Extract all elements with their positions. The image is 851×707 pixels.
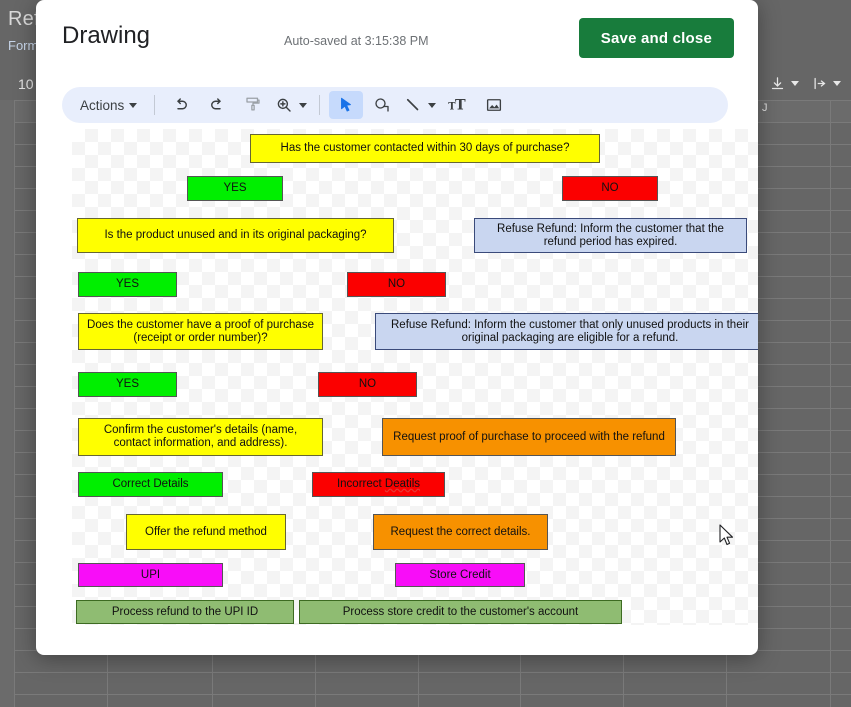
- redo-icon: [208, 96, 226, 114]
- chevron-down-icon: [791, 81, 799, 86]
- shape-icon: [373, 96, 391, 114]
- shape-label: Process store credit to the customer's a…: [342, 605, 579, 618]
- download-button[interactable]: [770, 76, 799, 91]
- shape-label: Offer the refund method: [145, 525, 267, 538]
- shape-no-3[interactable]: NO: [318, 372, 417, 397]
- shape-confirm-details[interactable]: Confirm the customer's details (name, co…: [78, 418, 323, 456]
- zoom-icon: [275, 96, 293, 114]
- shape-request-proof[interactable]: Request proof of purchase to proceed wit…: [382, 418, 676, 456]
- redo-button[interactable]: [200, 91, 234, 119]
- chevron-down-icon: [833, 81, 841, 86]
- zoom-level[interactable]: 10: [18, 76, 34, 92]
- actions-label: Actions: [80, 97, 125, 113]
- image-button[interactable]: [477, 91, 511, 119]
- shape-q-30-days[interactable]: Has the customer contacted within 30 day…: [250, 134, 600, 163]
- text-box-icon: T T: [448, 96, 468, 114]
- undo-icon: [172, 96, 190, 114]
- shape-label: Is the product unused and in its origina…: [104, 229, 367, 241]
- actions-menu-button[interactable]: Actions: [72, 92, 145, 118]
- shape-refuse-expired[interactable]: Refuse Refund: Inform the customer that …: [474, 218, 747, 253]
- paint-format-button[interactable]: [236, 91, 270, 119]
- shape-refuse-packaging[interactable]: Refuse Refund: Inform the customer that …: [375, 313, 758, 350]
- shape-process-upi[interactable]: Process refund to the UPI ID: [76, 600, 294, 624]
- shape-request-correct[interactable]: Request the correct details.: [373, 514, 548, 550]
- drawing-canvas[interactable]: Has the customer contacted within 30 day…: [72, 129, 758, 625]
- chevron-down-icon[interactable]: [299, 102, 308, 108]
- shape-label: NO: [601, 182, 619, 194]
- shape-label: Confirm the customer's details (name, co…: [103, 424, 298, 449]
- paint-format-icon: [244, 96, 262, 114]
- toolbar-separator: [319, 95, 321, 115]
- line-tool-button[interactable]: [401, 91, 439, 119]
- shape-yes-3[interactable]: YES: [78, 372, 177, 397]
- text-box-button[interactable]: T T: [441, 91, 475, 119]
- drawing-dialog: Drawing Auto-saved at 3:15:38 PM Save an…: [36, 0, 758, 655]
- shape-label: YES: [115, 278, 139, 290]
- line-icon: [404, 96, 422, 114]
- select-tool-button[interactable]: [329, 91, 364, 119]
- drawing-toolbar: Actions T T: [62, 87, 728, 123]
- shape-incorrect-details[interactable]: Incorrect Deatils: [312, 472, 445, 497]
- dialog-header: Drawing Auto-saved at 3:15:38 PM Save an…: [36, 0, 758, 78]
- shape-no-1[interactable]: NO: [562, 176, 658, 201]
- shape-label: UPI: [140, 568, 161, 581]
- download-icon: [770, 76, 785, 91]
- shape-yes-2[interactable]: YES: [78, 272, 177, 297]
- shape-store-credit[interactable]: Store Credit: [395, 563, 525, 587]
- autosave-status: Auto-saved at 3:15:38 PM: [284, 34, 429, 48]
- dialog-title: Drawing: [62, 22, 151, 49]
- shape-label: Has the customer contacted within 30 day…: [280, 142, 570, 154]
- toolbar-separator: [154, 95, 156, 115]
- shape-label: Process refund to the UPI ID: [111, 605, 259, 618]
- shape-label: Request proof of purchase to proceed wit…: [393, 430, 665, 443]
- select-icon: [337, 96, 355, 114]
- shape-label: NO: [387, 278, 406, 290]
- spelling-error: Deatils: [384, 478, 421, 490]
- shape-label: YES: [223, 182, 247, 194]
- shape-label: Refuse Refund: Inform the customer that …: [391, 318, 749, 344]
- row-header-column: [0, 100, 14, 707]
- shape-upi[interactable]: UPI: [78, 563, 223, 587]
- shape-process-store[interactable]: Process store credit to the customer's a…: [299, 600, 622, 624]
- shape-no-2[interactable]: NO: [347, 272, 446, 297]
- shape-tool-button[interactable]: [365, 91, 399, 119]
- shape-label: Request the correct details.: [390, 525, 531, 538]
- save-and-close-button[interactable]: Save and close: [578, 18, 734, 58]
- shape-q-unused[interactable]: Is the product unused and in its origina…: [77, 218, 394, 253]
- split-text-button[interactable]: [812, 76, 841, 91]
- svg-text:T: T: [455, 98, 466, 114]
- shape-label: Refuse Refund: Inform the customer that …: [497, 222, 724, 248]
- shape-label: Correct Details: [112, 478, 189, 490]
- shape-label: Does the customer have a proof of purcha…: [87, 318, 314, 344]
- undo-button[interactable]: [164, 91, 198, 119]
- shape-correct-details[interactable]: Correct Details: [78, 472, 223, 497]
- shape-offer-refund[interactable]: Offer the refund method: [126, 514, 286, 550]
- chevron-down-icon[interactable]: [428, 102, 437, 108]
- shape-label: NO: [358, 378, 377, 390]
- shape-label: Incorrect Deatils: [336, 478, 421, 490]
- shape-label: YES: [115, 378, 139, 390]
- shape-label: Store Credit: [429, 568, 491, 581]
- image-icon: [485, 96, 503, 114]
- zoom-button[interactable]: [272, 91, 310, 119]
- split-text-icon: [812, 76, 827, 91]
- chevron-down-icon: [129, 102, 138, 108]
- shape-yes-1[interactable]: YES: [187, 176, 283, 201]
- shape-q-proof[interactable]: Does the customer have a proof of purcha…: [78, 313, 323, 350]
